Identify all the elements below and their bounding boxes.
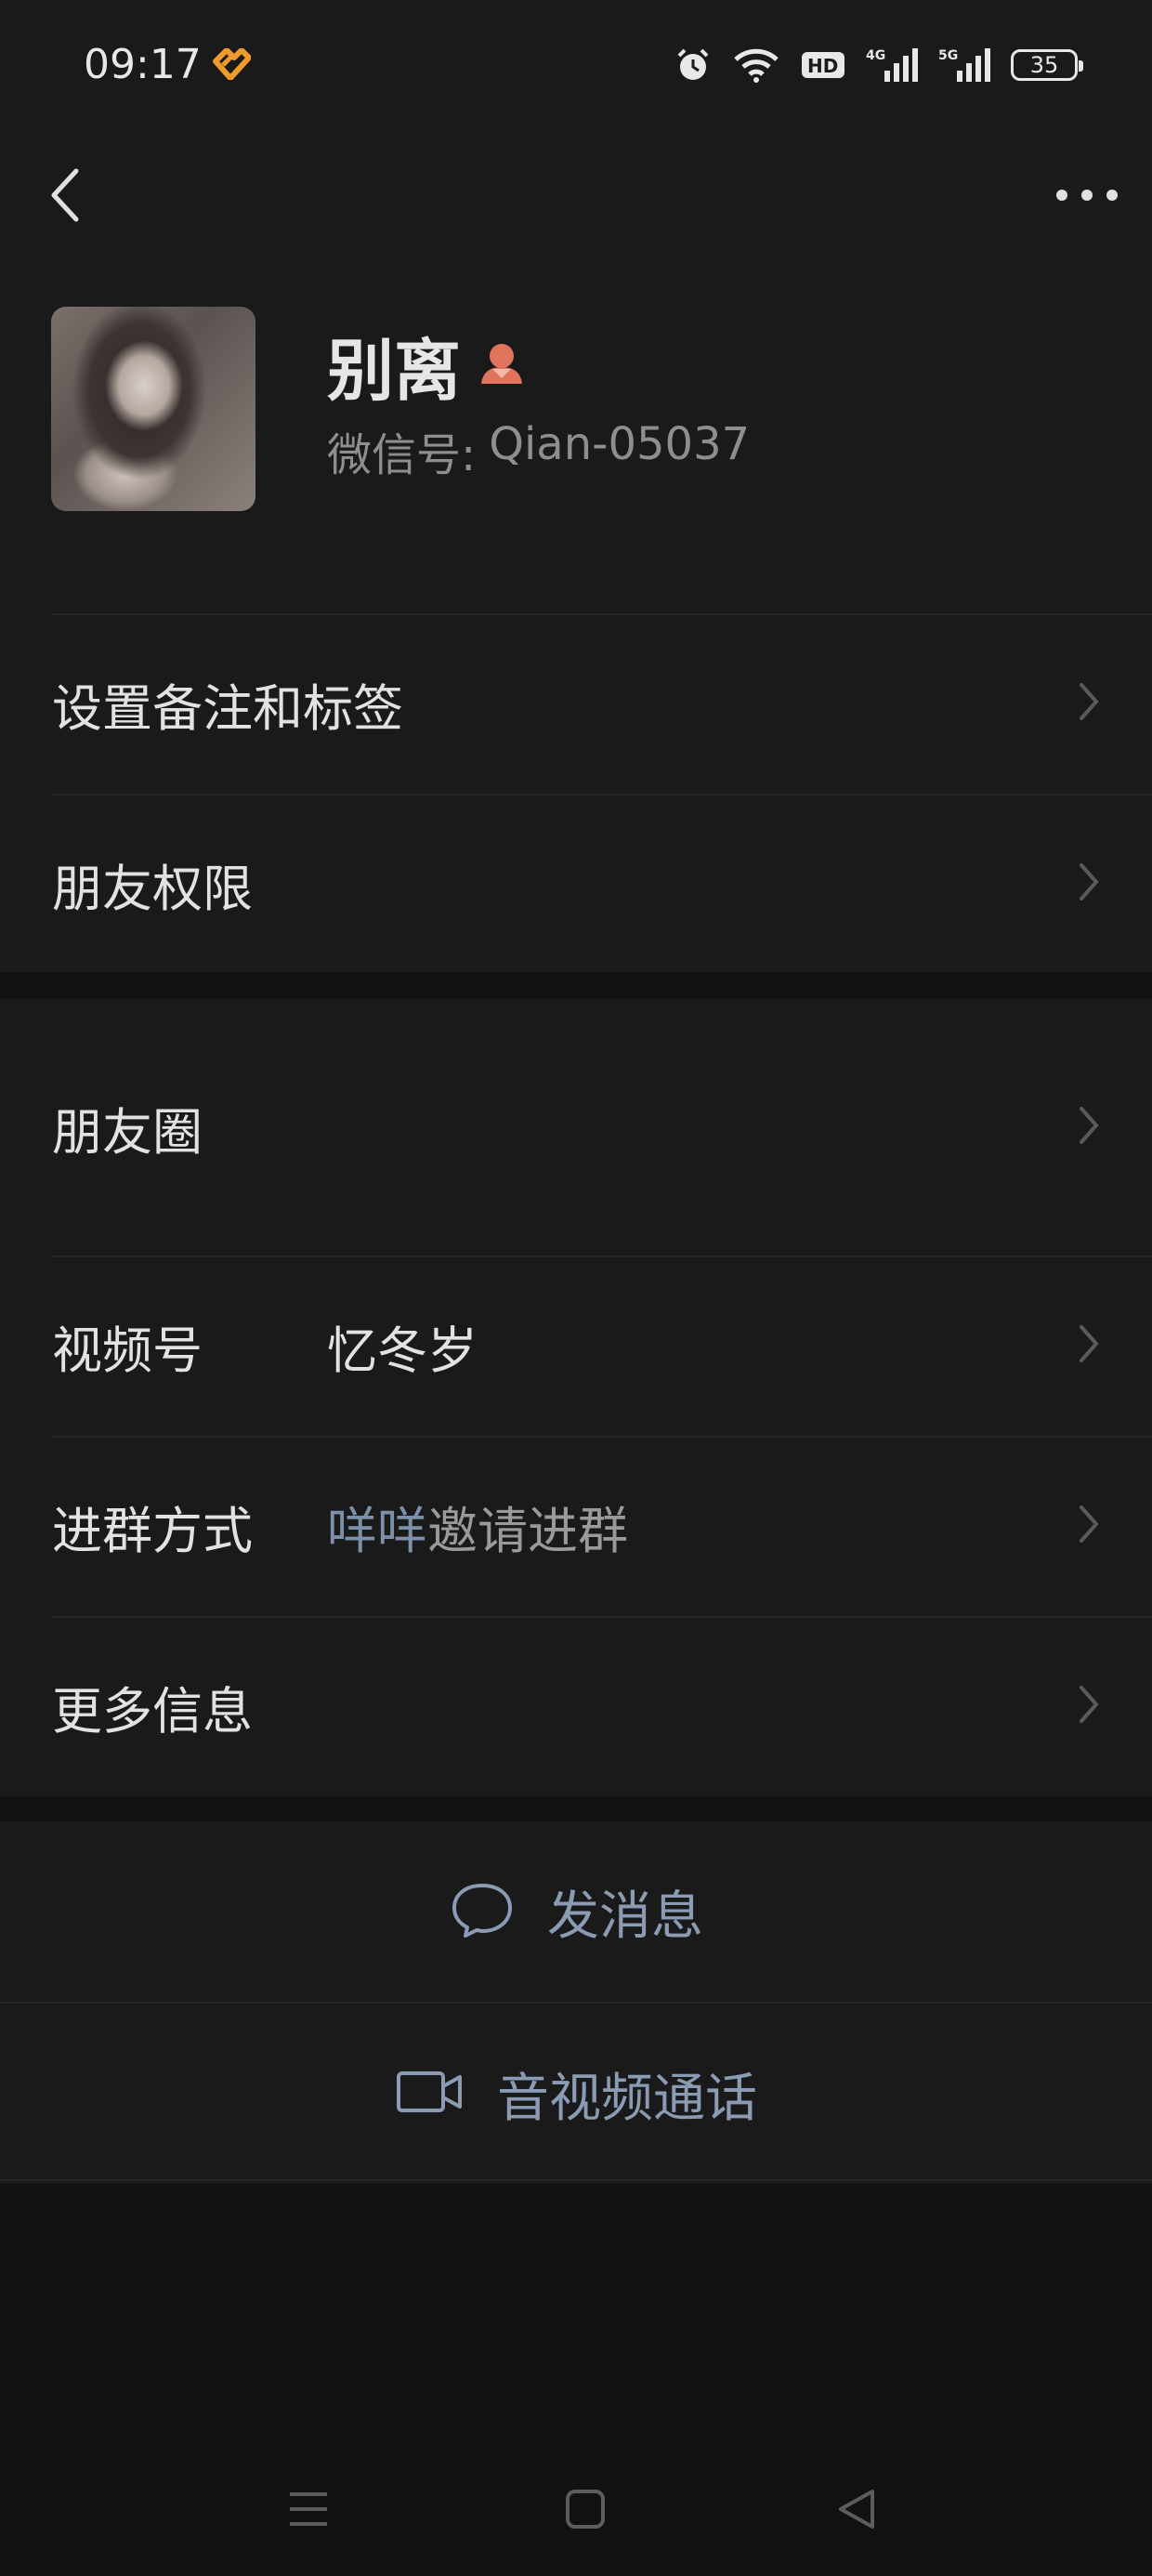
list-item-moments[interactable]: 朋友圈 xyxy=(0,999,1152,1255)
wechat-id-value: Qian-05037 xyxy=(489,418,751,470)
list-item-label: 视频号 xyxy=(52,1321,203,1380)
list-item-label: 设置备注和标签 xyxy=(52,678,403,738)
chevron-right-icon xyxy=(1078,1684,1100,1728)
home-square-icon xyxy=(566,2490,605,2529)
join-method-text: 邀请进群 xyxy=(427,1501,628,1560)
system-nav-bar xyxy=(0,2435,1152,2576)
inviter-link[interactable]: 咩咩 xyxy=(327,1502,427,1560)
status-bar: 09:17 HD 4G 5G 35 xyxy=(0,0,1152,139)
more-dots-icon xyxy=(1056,190,1118,201)
video-call-label: 音视频通话 xyxy=(497,2068,757,2129)
wifi-icon xyxy=(732,46,780,84)
female-gender-icon xyxy=(476,337,528,393)
home-button[interactable] xyxy=(557,2481,613,2537)
heart-app-icon xyxy=(210,47,252,84)
chevron-right-icon xyxy=(1078,1105,1100,1150)
info-group: 朋友圈 视频号 忆冬岁 进群方式 咩咩邀请进群 更多信息 xyxy=(0,999,1152,1796)
signal-4g-icon: 4G xyxy=(866,46,918,84)
list-item-label: 朋友权限 xyxy=(52,859,253,918)
list-item-friend-permissions[interactable]: 朋友权限 xyxy=(0,794,1152,974)
triangle-back-icon xyxy=(839,2490,874,2529)
send-message-label: 发消息 xyxy=(547,1886,703,1947)
list-item-label: 朋友圈 xyxy=(52,1102,203,1162)
back-button[interactable] xyxy=(37,149,93,242)
divider xyxy=(0,2179,1152,2181)
list-item-remark-tags[interactable]: 设置备注和标签 xyxy=(0,613,1152,794)
svg-text:4G: 4G xyxy=(866,48,885,63)
chevron-right-icon xyxy=(1078,681,1100,726)
avatar[interactable] xyxy=(51,307,255,511)
system-back-button[interactable] xyxy=(829,2481,884,2537)
list-item-join-method[interactable]: 进群方式 咩咩邀请进群 xyxy=(0,1436,1152,1616)
signal-5g-icon: 5G xyxy=(938,46,990,84)
hd-icon: HD xyxy=(801,48,845,82)
chat-bubble-icon xyxy=(449,1880,516,1943)
channels-value: 忆冬岁 xyxy=(327,1321,478,1380)
join-method-value: 咩咩邀请进群 xyxy=(327,1490,628,1563)
list-item-label: 进群方式 xyxy=(52,1501,253,1560)
video-call-button[interactable]: 音视频通话 xyxy=(0,2004,1152,2184)
send-message-button[interactable]: 发消息 xyxy=(0,1821,1152,2002)
wechat-id: 微信号: Qian-05037 xyxy=(327,418,750,483)
chevron-right-icon xyxy=(1078,1323,1100,1368)
wechat-id-label: 微信号: xyxy=(327,429,477,481)
chevron-right-icon xyxy=(1078,1504,1100,1548)
profile-header: 别离 微信号: Qian-05037 xyxy=(0,260,1152,613)
more-options-button[interactable] xyxy=(1050,149,1124,242)
alarm-icon xyxy=(674,46,712,84)
name-row: 别离 xyxy=(327,316,528,414)
list-item-channels[interactable]: 视频号 忆冬岁 xyxy=(0,1255,1152,1436)
chevron-left-icon xyxy=(51,168,79,222)
svg-text:HD: HD xyxy=(807,55,838,77)
chevron-right-icon xyxy=(1078,861,1100,906)
profile-name: 别离 xyxy=(327,332,462,410)
svg-text:5G: 5G xyxy=(938,48,958,63)
menu-button[interactable] xyxy=(281,2481,336,2537)
status-icons: HD 4G 5G 35 xyxy=(674,46,1083,84)
list-item-more-info[interactable]: 更多信息 xyxy=(0,1616,1152,1796)
list-item-label: 更多信息 xyxy=(52,1681,253,1741)
menu-icon xyxy=(290,2492,327,2526)
nav-bar xyxy=(0,139,1152,260)
battery-indicator: 35 xyxy=(1011,49,1083,81)
status-time: 09:17 xyxy=(84,41,202,88)
settings-group: 设置备注和标签 朋友权限 xyxy=(0,613,1152,972)
video-camera-icon xyxy=(395,2068,465,2120)
